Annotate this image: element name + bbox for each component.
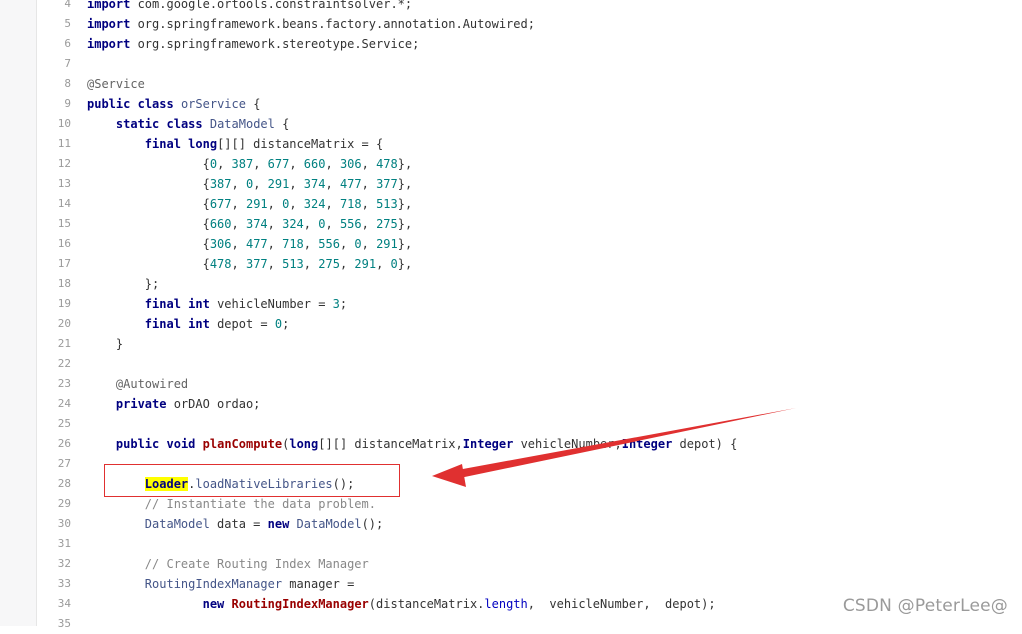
- watermark: CSDN @PeterLee@: [842, 596, 1008, 616]
- annotation-arrow: [432, 408, 796, 487]
- code-editor: 4 import com.google.ortools.constraintsol…: [0, 0, 1022, 630]
